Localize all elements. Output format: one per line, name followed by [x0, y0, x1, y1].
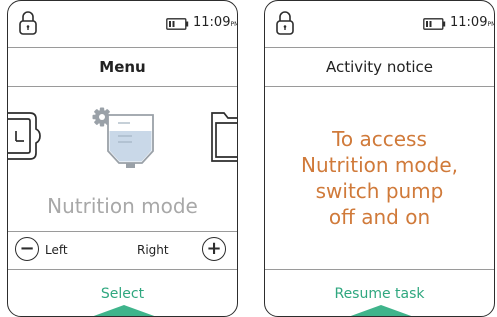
- page-title: Menu: [8, 48, 237, 87]
- pump-icon[interactable]: [8, 109, 42, 163]
- softkey-indicator: [91, 305, 157, 316]
- clock-ampm: PM: [487, 21, 494, 28]
- clock-time: 11:09: [450, 15, 488, 30]
- softkey-indicator: [348, 305, 414, 316]
- select-softkey[interactable]: Select: [8, 269, 237, 316]
- lock-icon[interactable]: [275, 10, 295, 36]
- status-bar: 11:09PM: [265, 1, 494, 48]
- folder-icon[interactable]: [208, 111, 238, 163]
- clock-time: 11:09: [193, 15, 231, 30]
- notice-line: Nutrition mode,: [300, 153, 458, 177]
- notice-message: To access Nutrition mode, switch pump of…: [265, 126, 494, 230]
- left-button-label: Left: [45, 243, 68, 257]
- clock: 11:09PM: [193, 15, 237, 30]
- status-bar: 11:09PM: [8, 1, 237, 48]
- battery-icon: [166, 18, 189, 30]
- notice-line: To access: [332, 127, 427, 151]
- selected-mode-label: Nutrition mode: [47, 194, 198, 218]
- right-button-label: Right: [137, 243, 169, 257]
- clock: 11:09PM: [450, 15, 494, 30]
- notice-line: switch pump: [315, 179, 444, 203]
- activity-notice-screen: 11:09PM Activity notice To access Nutrit…: [264, 0, 495, 317]
- select-label: Select: [100, 286, 145, 302]
- menu-screen: 11:09PM Menu Nutrition mode − Left Right: [7, 0, 238, 317]
- resume-task-label: Resume task: [334, 286, 425, 302]
- page-title: Activity notice: [265, 48, 494, 87]
- notice-line: off and on: [328, 205, 431, 229]
- clock-ampm: PM: [230, 21, 237, 28]
- minus-icon[interactable]: −: [15, 237, 39, 261]
- lock-icon[interactable]: [18, 10, 38, 36]
- battery-icon: [423, 18, 446, 30]
- resume-task-softkey[interactable]: Resume task: [265, 269, 494, 316]
- nutrition-bag-icon[interactable]: [76, 101, 156, 169]
- navigation-row: − Left Right +: [8, 231, 237, 270]
- plus-icon[interactable]: +: [202, 237, 226, 261]
